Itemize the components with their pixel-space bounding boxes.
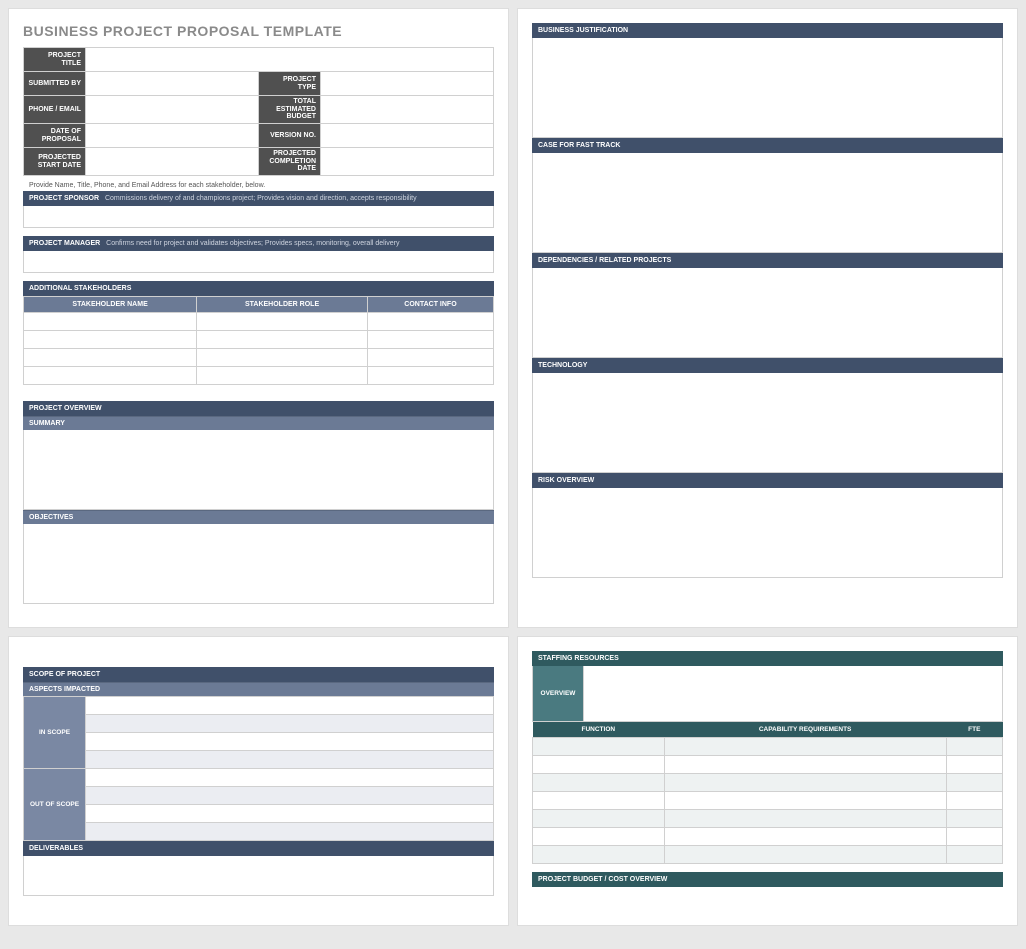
table-row [24,331,494,349]
scope-cell[interactable] [86,769,494,787]
label-total-budget: TOTAL ESTIMATED BUDGET [259,96,321,124]
table-row [24,367,494,385]
scope-cell[interactable] [86,733,494,751]
label-phone-email: PHONE / EMAIL [24,96,86,124]
table-row [533,774,1003,792]
deliverables-field[interactable] [23,856,494,896]
stakeholder-note: Provide Name, Title, Phone, and Email Ad… [29,182,494,189]
field-phone-email[interactable] [86,96,259,124]
table-row [24,349,494,367]
sponsor-field[interactable] [23,206,494,228]
project-overview-header: PROJECT OVERVIEW [23,401,494,416]
additional-stakeholders-header: ADDITIONAL STAKEHOLDERS [23,281,494,296]
label-project-type: PROJECT TYPE [259,72,321,96]
sponsor-sub: Commissions delivery of and champions pr… [105,195,417,202]
objectives-field[interactable] [23,524,494,604]
out-scope-label: OUT OF SCOPE [24,769,86,841]
field-start-date[interactable] [86,148,259,176]
stakeholders-table: STAKEHOLDER NAME STAKEHOLDER ROLE CONTAC… [23,296,494,385]
fast-track-header: CASE FOR FAST TRACK [532,138,1003,153]
technology-header: TECHNOLOGY [532,358,1003,373]
summary-header: SUMMARY [23,416,494,430]
in-scope-label: IN SCOPE [24,697,86,769]
scope-cell[interactable] [86,805,494,823]
dependencies-field[interactable] [532,268,1003,358]
field-end-date[interactable] [321,148,494,176]
scope-cell[interactable] [86,823,494,841]
dependencies-header: DEPENDENCIES / RELATED PROJECTS [532,253,1003,268]
field-submitted-by[interactable] [86,72,259,96]
overview-label: OVERVIEW [532,666,584,722]
field-date-proposal[interactable] [86,124,259,148]
biz-justification-field[interactable] [532,38,1003,138]
col-contact-info: CONTACT INFO [367,297,493,313]
manager-field[interactable] [23,251,494,273]
manager-label: PROJECT MANAGER [29,240,100,247]
label-submitted-by: SUBMITTED BY [24,72,86,96]
aspects-header: ASPECTS IMPACTED [23,682,494,696]
staffing-overview-row: OVERVIEW [532,666,1003,722]
objectives-header: OBJECTIVES [23,510,494,524]
fast-track-field[interactable] [532,153,1003,253]
table-row [533,810,1003,828]
label-end-date: PROJECTED COMPLETION DATE [259,148,321,176]
scope-cell[interactable] [86,787,494,805]
budget-header: PROJECT BUDGET / COST OVERVIEW [532,872,1003,887]
overview-field[interactable] [584,666,1003,722]
scope-cell[interactable] [86,697,494,715]
table-row [533,828,1003,846]
col-stakeholder-role: STAKEHOLDER ROLE [197,297,368,313]
field-total-budget[interactable] [321,96,494,124]
scope-header: SCOPE OF PROJECT [23,667,494,682]
page-2: BUSINESS JUSTIFICATION CASE FOR FAST TRA… [517,8,1018,628]
col-stakeholder-name: STAKEHOLDER NAME [24,297,197,313]
risk-header: RISK OVERVIEW [532,473,1003,488]
manager-sub: Confirms need for project and validates … [106,240,399,247]
label-version: VERSION NO. [259,124,321,148]
table-row [533,792,1003,810]
biz-justification-header: BUSINESS JUSTIFICATION [532,23,1003,38]
col-capability: CAPABILITY REQUIREMENTS [664,722,946,738]
scope-cell[interactable] [86,715,494,733]
scope-cell[interactable] [86,751,494,769]
col-function: FUNCTION [533,722,665,738]
technology-field[interactable] [532,373,1003,473]
page-3: SCOPE OF PROJECT ASPECTS IMPACTED IN SCO… [8,636,509,926]
staffing-header: STAFFING RESOURCES [532,651,1003,666]
project-sponsor-header: PROJECT SPONSOR Commissions delivery of … [23,191,494,206]
project-info-table: PROJECT TITLE SUBMITTED BY PROJECT TYPE … [23,47,494,176]
staffing-table: FUNCTION CAPABILITY REQUIREMENTS FTE [532,722,1003,864]
scope-table: IN SCOPE OUT OF SCOPE [23,696,494,841]
template-grid: BUSINESS PROJECT PROPOSAL TEMPLATE PROJE… [8,8,1018,926]
table-row [533,846,1003,864]
deliverables-header: DELIVERABLES [23,841,494,856]
summary-field[interactable] [23,430,494,510]
document-title: BUSINESS PROJECT PROPOSAL TEMPLATE [23,23,494,39]
project-manager-header: PROJECT MANAGER Confirms need for projec… [23,236,494,251]
table-row [533,738,1003,756]
table-row [24,313,494,331]
page-4: STAFFING RESOURCES OVERVIEW FUNCTION CAP… [517,636,1018,926]
risk-field[interactable] [532,488,1003,578]
label-start-date: PROJECTED START DATE [24,148,86,176]
label-date-proposal: DATE OF PROPOSAL [24,124,86,148]
label-project-title: PROJECT TITLE [24,48,86,72]
page-1: BUSINESS PROJECT PROPOSAL TEMPLATE PROJE… [8,8,509,628]
table-row [533,756,1003,774]
field-version[interactable] [321,124,494,148]
field-project-title[interactable] [86,48,494,72]
col-fte: FTE [946,722,1002,738]
field-project-type[interactable] [321,72,494,96]
sponsor-label: PROJECT SPONSOR [29,195,99,202]
